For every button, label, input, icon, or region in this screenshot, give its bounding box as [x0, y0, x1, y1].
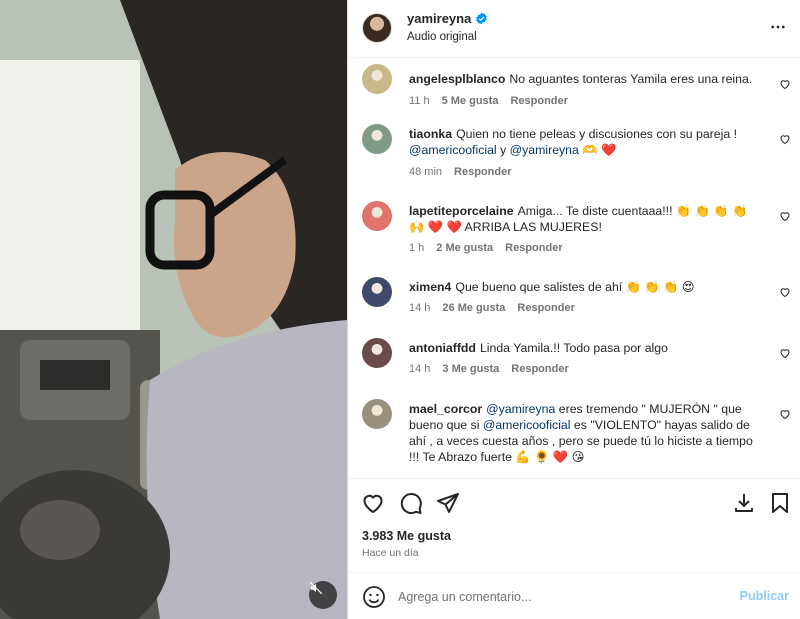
reply-button[interactable]: Responder	[511, 363, 568, 375]
download-icon[interactable]	[732, 491, 756, 515]
comment-icon[interactable]	[399, 491, 423, 515]
post-actions-bar: 3.983 Me gusta Hace un día	[348, 478, 800, 572]
publish-button[interactable]: Publicar	[740, 589, 789, 603]
share-icon[interactable]	[436, 491, 460, 515]
comment-fragment: 🫶 ❤️	[578, 143, 617, 157]
muted-speaker-icon	[309, 581, 323, 595]
comment-fragment: Linda Yamila.!! Todo pasa por algo	[479, 341, 668, 355]
commenter-username[interactable]: antoniaffdd	[409, 341, 476, 355]
comment-time: 11 h	[409, 95, 430, 107]
comment-time: 1 h	[409, 242, 425, 254]
comment-likes[interactable]: 3 Me gusta	[442, 363, 499, 375]
more-options-icon[interactable]	[769, 18, 787, 36]
commenter-username[interactable]: lapetiteporcelaine	[409, 204, 514, 218]
heart-icon[interactable]	[779, 210, 791, 222]
reply-button[interactable]: Responder	[454, 166, 511, 178]
commenter-avatar[interactable]	[362, 277, 392, 307]
comment-fragment: Que bueno que salistes de ahí 👏 👏 👏 😍	[455, 280, 695, 294]
author-username[interactable]: yamireyna	[407, 11, 471, 26]
commenter-avatar[interactable]	[362, 64, 392, 94]
post-video[interactable]	[0, 0, 347, 619]
commenter-avatar[interactable]	[362, 399, 392, 429]
commenter-avatar[interactable]	[362, 201, 392, 231]
mention-link[interactable]: @yamireyna	[486, 402, 555, 416]
reply-button[interactable]: Responder	[510, 95, 567, 107]
author-username-row[interactable]: yamireyna	[407, 11, 488, 26]
comment-meta: 11 h 5 Me gusta Responder	[409, 95, 568, 107]
post-timestamp[interactable]: Hace un día	[362, 547, 419, 559]
comment-text: tiaonka Quien no tiene peleas y discusion…	[409, 126, 759, 158]
bookmark-icon[interactable]	[768, 491, 792, 515]
author-avatar[interactable]	[362, 13, 392, 43]
heart-icon[interactable]	[779, 78, 791, 90]
comment-likes[interactable]: 26 Me gusta	[442, 302, 505, 314]
reply-button[interactable]: Responder	[505, 242, 562, 254]
commenter-avatar[interactable]	[362, 338, 392, 368]
comment-meta: 1 h 2 Me gusta Responder	[409, 242, 563, 254]
commenter-avatar[interactable]	[362, 124, 392, 154]
comment-meta: 48 min Responder	[409, 166, 512, 178]
comment-likes[interactable]: 5 Me gusta	[442, 95, 499, 107]
heart-icon[interactable]	[779, 286, 791, 298]
reply-button[interactable]: Responder	[517, 302, 574, 314]
comment-text: antoniaffdd Linda Yamila.!! Todo pasa por…	[409, 340, 759, 356]
commenter-username[interactable]: ximen4	[409, 280, 451, 294]
audio-label[interactable]: Audio original	[407, 31, 477, 43]
comment-fragment: No aguantes tonteras Yamila eres una rei…	[509, 72, 753, 86]
mention-link[interactable]: @americooficial	[409, 143, 497, 157]
comment-text: lapetiteporcelaine Amiga... Te diste cuen…	[409, 203, 759, 235]
comment-likes[interactable]: 2 Me gusta	[436, 242, 493, 254]
commenter-username[interactable]: tiaonka	[409, 127, 452, 141]
comment-time: 14 h	[409, 363, 431, 375]
post-header: yamireyna Audio original	[348, 0, 800, 58]
verified-badge-icon	[476, 12, 488, 25]
comment-text: angelesplblanco No aguantes tonteras Yami…	[409, 71, 759, 87]
likes-count[interactable]: 3.983 Me gusta	[362, 529, 451, 543]
mention-link[interactable]: @americooficial	[483, 418, 571, 432]
heart-icon[interactable]	[779, 133, 791, 145]
mute-toggle-button[interactable]	[309, 581, 337, 609]
heart-icon[interactable]	[779, 347, 791, 359]
post-side-panel: yamireyna Audio original angelesplblanco…	[347, 0, 800, 619]
comment-composer: Publicar	[348, 572, 800, 619]
comment-time: 14 h	[409, 302, 431, 314]
heart-icon[interactable]	[779, 408, 791, 420]
comment-meta: 14 h 3 Me gusta Responder	[409, 363, 569, 375]
comment-time: 48 min	[409, 166, 443, 178]
comment-text: mael_corcor @yamireyna eres tremendo " MU…	[409, 401, 759, 465]
comment-fragment: Quien no tiene peleas y discusiones con …	[456, 127, 738, 141]
emoji-icon[interactable]	[362, 585, 386, 609]
comment-fragment: y	[496, 143, 510, 157]
video-frame-illustration	[0, 0, 347, 619]
comments-list[interactable]: angelesplblanco No aguantes tonteras Yami…	[348, 58, 800, 478]
comment-text: ximen4 Que bueno que salistes de ahí 👏 👏 …	[409, 279, 759, 295]
heart-icon[interactable]	[361, 491, 385, 515]
comment-input[interactable]	[398, 586, 698, 608]
mention-link[interactable]: @yamireyna	[510, 143, 579, 157]
comment-meta: 14 h 26 Me gusta Responder	[409, 302, 575, 314]
commenter-username[interactable]: angelesplblanco	[409, 72, 505, 86]
instagram-post-view: yamireyna Audio original angelesplblanco…	[0, 0, 800, 619]
commenter-username[interactable]: mael_corcor	[409, 402, 482, 416]
